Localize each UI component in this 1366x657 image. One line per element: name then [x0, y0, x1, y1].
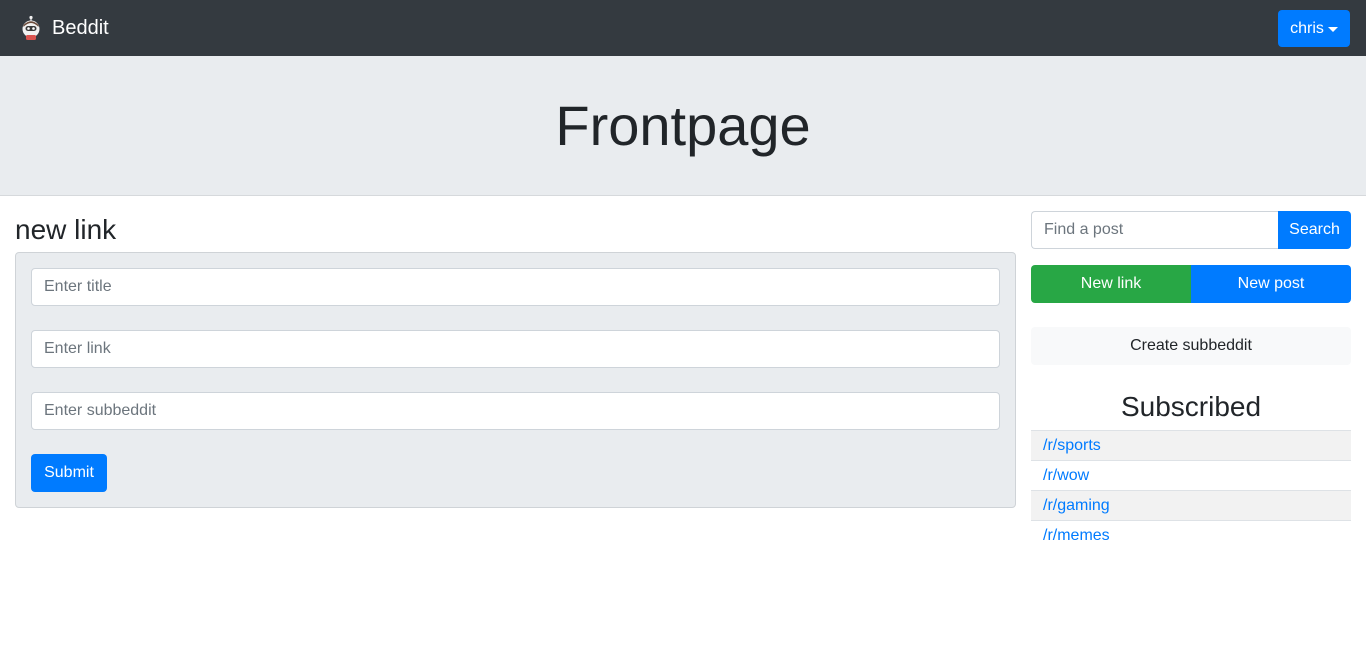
- subbeddit-input[interactable]: [31, 392, 1000, 430]
- new-link-form: Submit: [15, 252, 1016, 508]
- caret-down-icon: [1327, 27, 1338, 32]
- submit-button[interactable]: Submit: [31, 454, 107, 492]
- robot-logo-icon: [22, 15, 40, 40]
- jumbotron: Frontpage: [0, 56, 1366, 196]
- create-subbeddit-button[interactable]: Create subbeddit: [1031, 327, 1351, 365]
- page-title: Frontpage: [555, 94, 811, 157]
- user-name: chris: [1290, 19, 1324, 37]
- new-post-button[interactable]: New post: [1191, 265, 1351, 303]
- form-heading: new link: [15, 214, 117, 245]
- new-link-button[interactable]: New link: [1031, 265, 1191, 303]
- brand-name: Beddit: [52, 16, 109, 39]
- subscription-link-wow[interactable]: /r/wow: [1043, 467, 1089, 485]
- navbar: Beddit chris: [0, 0, 1366, 56]
- list-item: /r/sports: [1031, 430, 1351, 460]
- link-input[interactable]: [31, 330, 1000, 368]
- subscribed-heading: Subscribed: [1120, 391, 1262, 422]
- search-input[interactable]: [1031, 211, 1279, 249]
- subscription-link-sports[interactable]: /r/sports: [1043, 437, 1101, 455]
- subscriptions-list: /r/sports /r/wow /r/gaming /r/memes: [1031, 430, 1351, 550]
- list-item: /r/wow: [1031, 460, 1351, 490]
- brand-link[interactable]: Beddit: [20, 14, 109, 42]
- list-item: /r/memes: [1031, 520, 1351, 550]
- list-item: /r/gaming: [1031, 490, 1351, 520]
- post-type-button-group: New link New post: [1031, 265, 1351, 303]
- search-button[interactable]: Search: [1278, 211, 1351, 249]
- subscription-link-memes[interactable]: /r/memes: [1043, 527, 1110, 545]
- title-input[interactable]: [31, 268, 1000, 306]
- user-menu-button[interactable]: chris: [1278, 10, 1350, 47]
- subscription-link-gaming[interactable]: /r/gaming: [1043, 497, 1110, 515]
